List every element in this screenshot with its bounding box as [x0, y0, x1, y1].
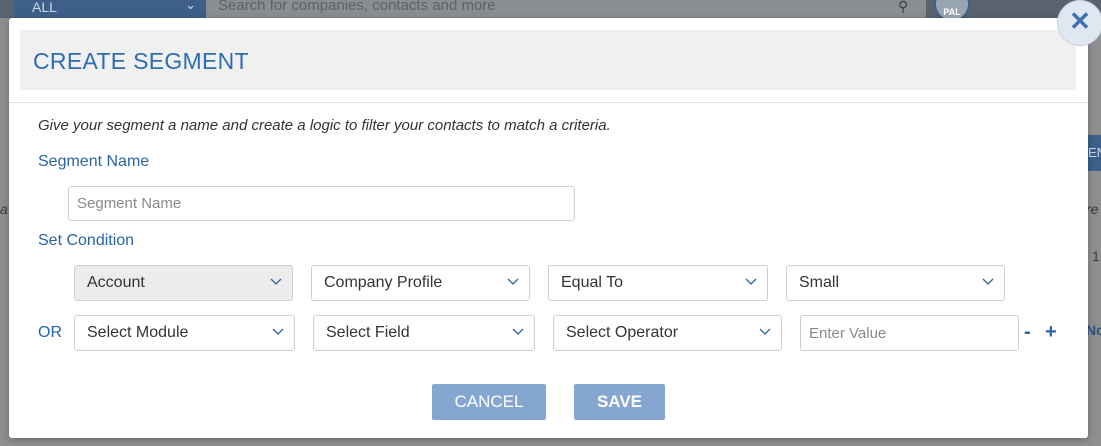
condition-1-module-value: Account	[87, 274, 145, 291]
chevron-down-icon: ⌄	[185, 0, 196, 12]
instructions-text: Give your segment a name and create a lo…	[38, 117, 611, 134]
chevron-down-icon	[982, 278, 994, 285]
background-tab-label: EN	[1088, 145, 1101, 160]
background-tab: EN	[1088, 135, 1101, 171]
segment-name-input[interactable]	[68, 186, 575, 221]
chevron-down-icon	[745, 278, 757, 285]
save-button[interactable]: SAVE	[574, 384, 665, 420]
chevron-down-icon	[272, 328, 284, 335]
create-segment-modal: CREATE SEGMENT Give your segment a name …	[9, 18, 1088, 438]
header-divider	[9, 102, 1088, 103]
condition-1-module-select[interactable]: Account	[74, 265, 293, 301]
background-fragment: a	[0, 201, 8, 217]
segment-name-label: Segment Name	[38, 153, 150, 170]
condition-2-field-value: Select Field	[326, 324, 410, 341]
condition-2-value-input[interactable]	[800, 315, 1019, 351]
chevron-down-icon	[270, 278, 282, 285]
condition-2-field-select[interactable]: Select Field	[313, 315, 535, 351]
condition-2-operator-select[interactable]: Select Operator	[553, 315, 782, 351]
chevron-down-icon	[512, 328, 524, 335]
condition-2-operator-value: Select Operator	[566, 324, 679, 341]
condition-1-value-select[interactable]: Small	[786, 265, 1005, 301]
global-search-input[interactable]: Search for companies, contacts and more	[206, 0, 926, 18]
condition-1-value: Small	[799, 274, 840, 291]
close-icon: ✕	[1069, 6, 1091, 36]
modal-title: CREATE SEGMENT	[33, 48, 249, 74]
condition-2-module-select[interactable]: Select Module	[74, 315, 295, 351]
background-fragment: 1	[1092, 248, 1100, 264]
modal-header: CREATE SEGMENT	[20, 30, 1076, 90]
or-connector-label: OR	[38, 324, 62, 341]
avatar-initials: PAL	[943, 7, 961, 17]
condition-2-module-value: Select Module	[87, 324, 189, 341]
condition-1-operator-value: Equal To	[561, 274, 623, 291]
cancel-button[interactable]: CANCEL	[432, 384, 546, 420]
search-icon[interactable]: ⚲	[898, 0, 908, 15]
condition-1-field-select[interactable]: Company Profile	[311, 265, 530, 301]
add-condition-button[interactable]: +	[1045, 321, 1057, 344]
search-scope-dropdown[interactable]: ALL ⌄	[14, 0, 206, 18]
condition-1-field-value: Company Profile	[324, 274, 443, 291]
condition-1-operator-select[interactable]: Equal To	[548, 265, 768, 301]
background-fragment: No	[1086, 322, 1101, 338]
search-scope-label: ALL	[32, 0, 57, 15]
set-condition-label: Set Condition	[38, 232, 135, 249]
chevron-down-icon	[507, 278, 519, 285]
remove-condition-button[interactable]: -	[1024, 321, 1031, 344]
close-modal-button[interactable]: ✕	[1057, 0, 1101, 46]
global-search-placeholder: Search for companies, contacts and more	[218, 0, 496, 14]
chevron-down-icon	[759, 328, 771, 335]
